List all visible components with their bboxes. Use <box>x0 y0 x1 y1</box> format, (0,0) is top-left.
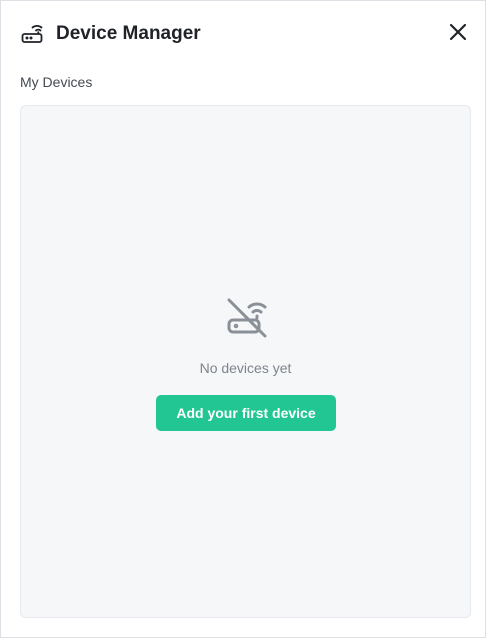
my-devices-label: My Devices <box>20 74 93 90</box>
page-title: Device Manager <box>56 23 201 44</box>
header: Device Manager <box>1 1 485 65</box>
device-manager-panel: Device Manager My Devices No devices yet <box>0 0 486 638</box>
close-button[interactable] <box>444 20 472 48</box>
router-icon <box>20 21 44 45</box>
empty-state-message: No devices yet <box>199 360 292 376</box>
close-icon <box>447 21 469 48</box>
devices-list-empty: No devices yet Add your first device <box>20 105 471 618</box>
router-off-icon <box>225 296 269 340</box>
add-first-device-button[interactable]: Add your first device <box>156 395 336 431</box>
